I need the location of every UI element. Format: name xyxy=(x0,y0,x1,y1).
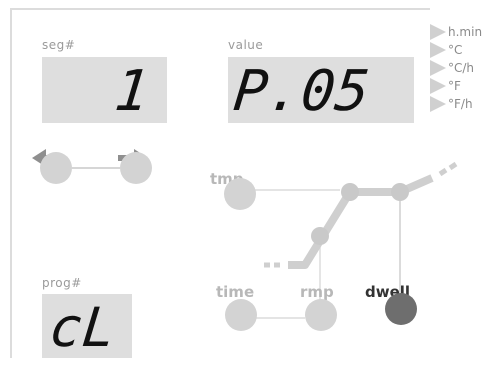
profile-dash xyxy=(438,167,448,177)
dwell-button[interactable] xyxy=(385,293,417,325)
profile-line xyxy=(288,174,434,269)
profile-node xyxy=(311,227,329,245)
prog-label: prog# xyxy=(42,276,82,290)
next-segment-button[interactable] xyxy=(120,152,152,184)
time-label: time xyxy=(216,283,255,301)
profile-node xyxy=(391,183,409,201)
profile-node xyxy=(341,183,359,201)
rmp-label: rmp xyxy=(300,283,334,301)
program-value: cL xyxy=(46,296,119,359)
profile-dash xyxy=(448,161,458,171)
tmp-button[interactable] xyxy=(224,178,256,210)
rmp-button[interactable] xyxy=(305,299,337,331)
time-button[interactable] xyxy=(225,299,257,331)
program-display: cL xyxy=(42,294,132,359)
prev-segment-button[interactable] xyxy=(40,152,72,184)
